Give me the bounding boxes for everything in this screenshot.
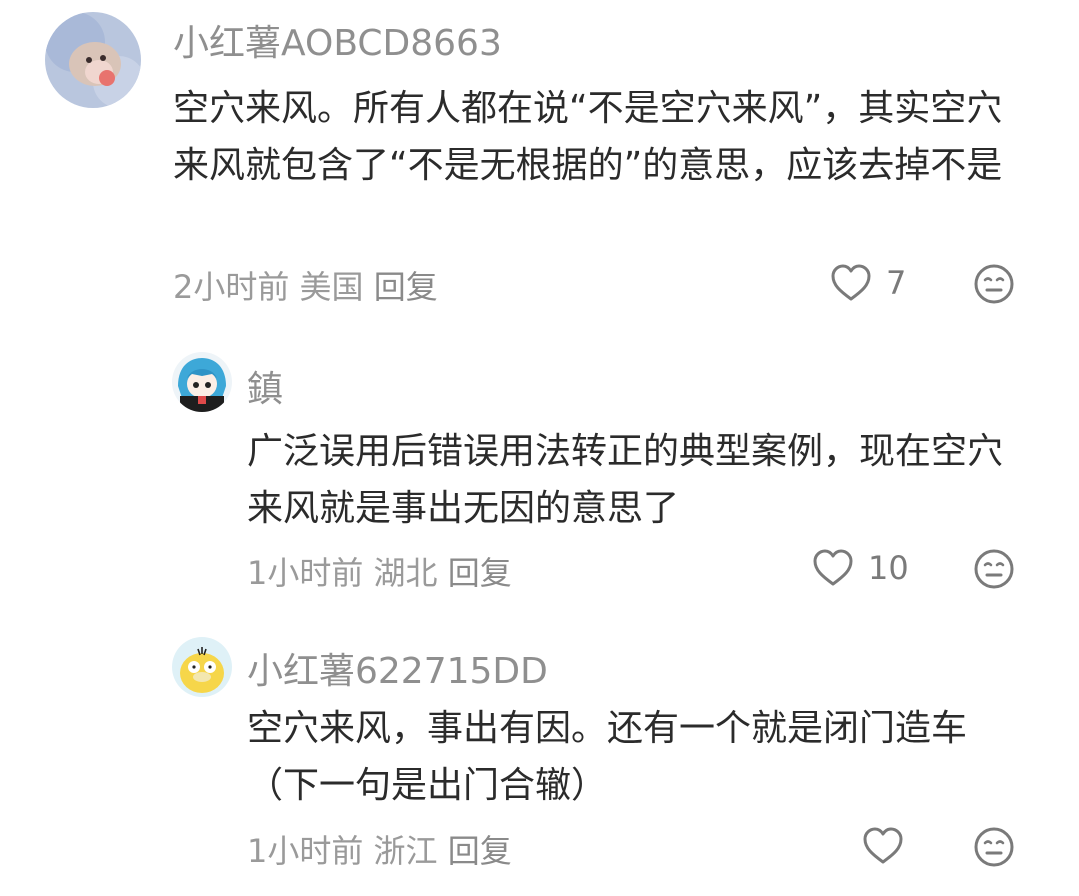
username[interactable]: 鎮 bbox=[247, 360, 283, 412]
comment-text: 空穴来风。所有人都在说“不是空穴来风”，其实空穴来风就包含了“不是无根据的”的意… bbox=[173, 88, 1003, 186]
reply-button[interactable]: 回复 bbox=[448, 554, 512, 592]
reply-button[interactable]: 回复 bbox=[448, 832, 512, 870]
comment-meta: 2小时前 美国 回复 bbox=[173, 262, 438, 308]
neutral-face-icon bbox=[974, 827, 1014, 867]
like-button[interactable] bbox=[862, 826, 904, 866]
comment-meta: 1小时前 湖北 回复 bbox=[247, 548, 512, 594]
comment-time: 1小时前 bbox=[247, 554, 364, 592]
user-avatar[interactable] bbox=[172, 637, 232, 697]
like-button[interactable]: 10 bbox=[812, 548, 909, 588]
heart-outline-icon bbox=[863, 827, 903, 864]
psyduck-avatar-icon bbox=[172, 637, 232, 697]
comment-meta: 1小时前 浙江 回复 bbox=[247, 826, 512, 872]
username[interactable]: 小红薯622715DD bbox=[247, 642, 548, 694]
comment-text: 空穴来风，事出有因。还有一个就是闭门造车（下一句是出门合辙） bbox=[247, 708, 968, 806]
hamster-avatar-icon bbox=[45, 12, 141, 108]
username[interactable]: 小红薯AOBCD8663 bbox=[173, 14, 502, 66]
neutral-face-icon bbox=[974, 264, 1014, 304]
comment-time: 1小时前 bbox=[247, 832, 364, 870]
reply-button[interactable]: 回复 bbox=[374, 268, 438, 306]
heart-outline-icon bbox=[831, 264, 871, 301]
emoji-reaction-button[interactable] bbox=[973, 263, 1015, 305]
like-count: 10 bbox=[868, 549, 909, 587]
user-avatar[interactable] bbox=[45, 12, 141, 108]
comment-time: 2小时前 bbox=[173, 268, 290, 306]
comment-location: 美国 bbox=[299, 268, 364, 306]
like-count: 7 bbox=[886, 264, 907, 302]
emoji-reaction-button[interactable] bbox=[973, 826, 1015, 868]
user-avatar[interactable] bbox=[172, 352, 232, 412]
anime-girl-avatar-icon bbox=[172, 352, 232, 412]
neutral-face-icon bbox=[974, 549, 1014, 589]
like-button[interactable]: 7 bbox=[830, 263, 906, 303]
comment-location: 湖北 bbox=[373, 554, 438, 592]
emoji-reaction-button[interactable] bbox=[973, 548, 1015, 590]
heart-outline-icon bbox=[813, 549, 853, 586]
comment-location: 浙江 bbox=[373, 832, 438, 870]
comment-text: 广泛误用后错误用法转正的典型案例，现在空穴来风就是事出无因的意思了 bbox=[247, 431, 1004, 529]
